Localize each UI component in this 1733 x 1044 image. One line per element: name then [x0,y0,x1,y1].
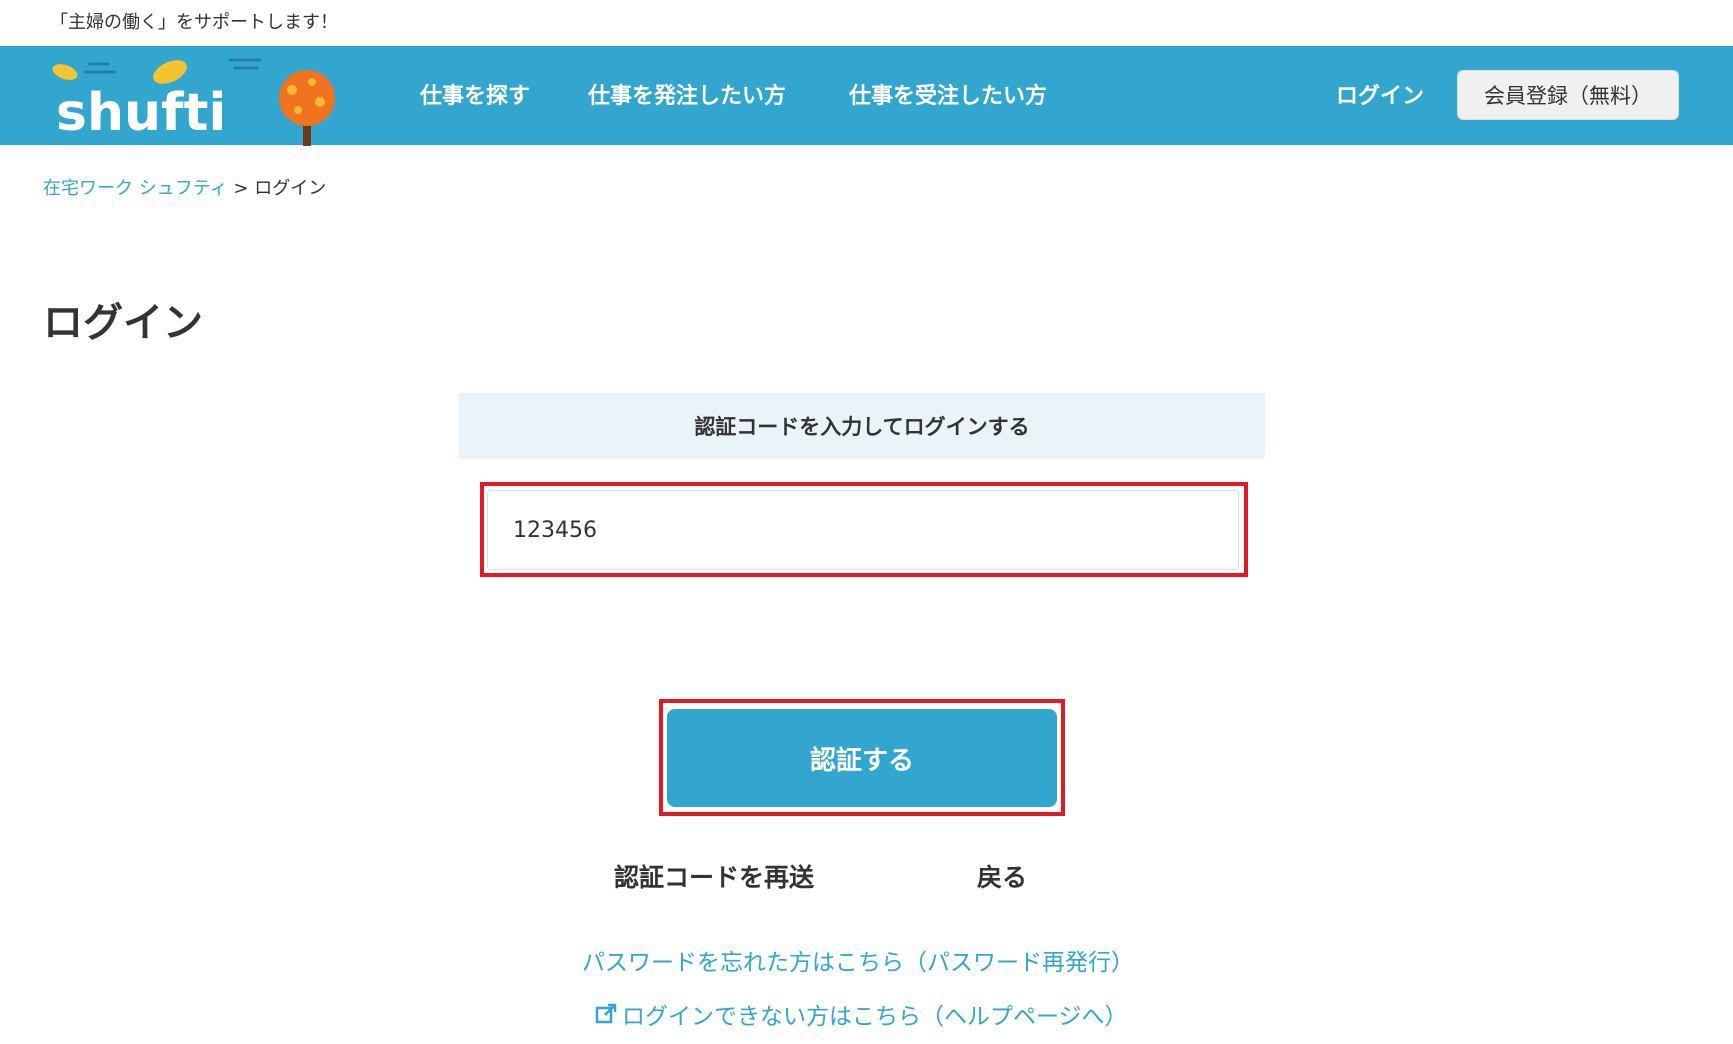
signup-button[interactable]: 会員登録（無料） [1457,70,1679,120]
back-link[interactable]: 戻る [977,858,1027,894]
verification-panel-title: 認証コードを入力してログインする [459,393,1265,459]
login-help-link[interactable]: ログインできない方はこちら（ヘルプページへ） [594,997,1128,1031]
external-link-icon [595,1003,617,1024]
forgot-password-link[interactable]: パスワードを忘れた方はこちら（パスワード再発行） [582,943,1134,977]
page-title: ログイン [43,300,203,346]
nav-find-jobs[interactable]: 仕事を探す [420,78,530,110]
header-login-link[interactable]: ログイン [1336,78,1424,110]
breadcrumb: 在宅ワーク シュフティ > ログイン [43,174,326,200]
nav-post-jobs[interactable]: 仕事を発注したい方 [588,78,786,110]
breadcrumb-current: ログイン [254,178,327,199]
resend-code-link[interactable]: 認証コードを再送 [614,858,814,894]
shufti-logo[interactable]: shufti [50,50,350,146]
verification-code-input[interactable] [487,490,1239,570]
site-header: shufti 仕事を探す 仕事を発注したい方 仕事を受注したい方 ログイン 会員… [0,46,1733,146]
breadcrumb-home-link[interactable]: 在宅ワーク シュフティ [43,178,228,199]
login-help-label: ログインできない方はこちら（ヘルプページへ） [622,1004,1128,1030]
breadcrumb-separator: > [233,178,249,199]
logo-text: shufti [56,83,226,143]
nav-take-jobs[interactable]: 仕事を受注したい方 [849,78,1047,110]
verify-button[interactable]: 認証する [667,709,1057,807]
site-tagline: 「主婦の働く」をサポートします！ [50,12,338,33]
